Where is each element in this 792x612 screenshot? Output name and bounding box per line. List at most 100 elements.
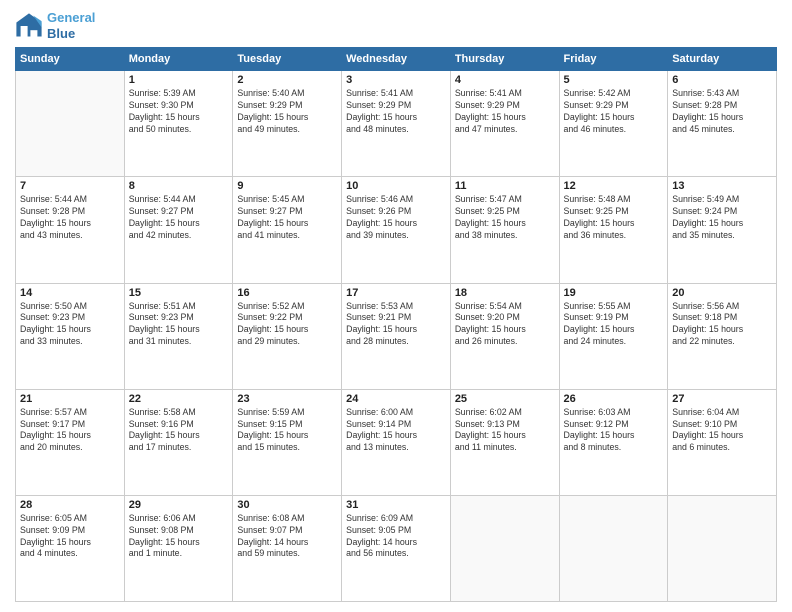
- day-number: 29: [129, 499, 229, 511]
- day-info: Sunrise: 6:09 AM Sunset: 9:05 PM Dayligh…: [346, 513, 446, 561]
- day-number: 11: [455, 180, 555, 192]
- day-number: 13: [672, 180, 772, 192]
- calendar-cell: 21Sunrise: 5:57 AM Sunset: 9:17 PM Dayli…: [16, 389, 125, 495]
- calendar-cell: 16 Sunrise: 5:52 AM Sunset: 9:22 PM Dayli…: [233, 283, 342, 389]
- calendar-cell: 31 Sunrise: 6:09 AM Sunset: 9:05 PM Dayli…: [342, 495, 451, 601]
- calendar-cell: 1Sunrise: 5:39 AM Sunset: 9:30 PM Daylig…: [124, 71, 233, 177]
- calendar-cell: 26 Sunrise: 6:03 AM Sunset: 9:12 PM Dayli…: [559, 389, 668, 495]
- day-number: 14: [20, 287, 120, 299]
- calendar-cell: 23Sunrise: 5:59 AM Sunset: 9:15 PM Dayli…: [233, 389, 342, 495]
- day-number: 10: [346, 180, 446, 192]
- day-number: 25: [455, 393, 555, 405]
- calendar-cell: 5Sunrise: 5:42 AM Sunset: 9:29 PM Daylig…: [559, 71, 668, 177]
- calendar-cell: 12 Sunrise: 5:48 AM Sunset: 9:25 PM Dayli…: [559, 177, 668, 283]
- day-info: Sunrise: 5:40 AM Sunset: 9:29 PM Dayligh…: [237, 88, 337, 136]
- calendar-cell: 4 Sunrise: 5:41 AM Sunset: 9:29 PM Daylig…: [450, 71, 559, 177]
- calendar-header-row: SundayMondayTuesdayWednesdayThursdayFrid…: [16, 48, 777, 71]
- header-day-saturday: Saturday: [668, 48, 777, 71]
- day-number: 30: [237, 499, 337, 511]
- day-info: Sunrise: 6:00 AM Sunset: 9:14 PM Dayligh…: [346, 407, 446, 455]
- day-number: 15: [129, 287, 229, 299]
- day-info: Sunrise: 5:54 AM Sunset: 9:20 PM Dayligh…: [455, 301, 555, 349]
- day-info: Sunrise: 5:41 AM Sunset: 9:29 PM Dayligh…: [455, 88, 555, 136]
- day-info: Sunrise: 5:50 AM Sunset: 9:23 PM Dayligh…: [20, 301, 120, 349]
- calendar-cell: 11 Sunrise: 5:47 AM Sunset: 9:25 PM Dayli…: [450, 177, 559, 283]
- day-info: Sunrise: 6:02 AM Sunset: 9:13 PM Dayligh…: [455, 407, 555, 455]
- day-number: 20: [672, 287, 772, 299]
- page: General Blue SundayMondayTuesdayWednesda…: [0, 0, 792, 612]
- header-day-tuesday: Tuesday: [233, 48, 342, 71]
- calendar-cell: 13 Sunrise: 5:49 AM Sunset: 9:24 PM Dayli…: [668, 177, 777, 283]
- calendar-cell: 6 Sunrise: 5:43 AM Sunset: 9:28 PM Daylig…: [668, 71, 777, 177]
- day-number: 22: [129, 393, 229, 405]
- header: General Blue: [15, 10, 777, 41]
- calendar-table: SundayMondayTuesdayWednesdayThursdayFrid…: [15, 47, 777, 602]
- calendar-cell: 29 Sunrise: 6:06 AM Sunset: 9:08 PM Dayli…: [124, 495, 233, 601]
- calendar-cell: 9 Sunrise: 5:45 AM Sunset: 9:27 PM Daylig…: [233, 177, 342, 283]
- day-number: 24: [346, 393, 446, 405]
- day-info: Sunrise: 6:06 AM Sunset: 9:08 PM Dayligh…: [129, 513, 229, 561]
- day-number: 12: [564, 180, 664, 192]
- day-info: Sunrise: 5:57 AM Sunset: 9:17 PM Dayligh…: [20, 407, 120, 455]
- logo-line2: Blue: [47, 26, 95, 42]
- calendar-cell: 2 Sunrise: 5:40 AM Sunset: 9:29 PM Daylig…: [233, 71, 342, 177]
- week-row-1: 7Sunrise: 5:44 AM Sunset: 9:28 PM Daylig…: [16, 177, 777, 283]
- calendar-cell: 8Sunrise: 5:44 AM Sunset: 9:27 PM Daylig…: [124, 177, 233, 283]
- week-row-3: 21Sunrise: 5:57 AM Sunset: 9:17 PM Dayli…: [16, 389, 777, 495]
- calendar-cell: 18Sunrise: 5:54 AM Sunset: 9:20 PM Dayli…: [450, 283, 559, 389]
- calendar-cell: 3Sunrise: 5:41 AM Sunset: 9:29 PM Daylig…: [342, 71, 451, 177]
- logo-icon: [15, 12, 43, 40]
- day-number: 19: [564, 287, 664, 299]
- day-info: Sunrise: 5:52 AM Sunset: 9:22 PM Dayligh…: [237, 301, 337, 349]
- day-info: Sunrise: 5:48 AM Sunset: 9:25 PM Dayligh…: [564, 194, 664, 242]
- day-number: 8: [129, 180, 229, 192]
- day-info: Sunrise: 5:39 AM Sunset: 9:30 PM Dayligh…: [129, 88, 229, 136]
- calendar-cell: 14 Sunrise: 5:50 AM Sunset: 9:23 PM Dayli…: [16, 283, 125, 389]
- day-info: Sunrise: 6:03 AM Sunset: 9:12 PM Dayligh…: [564, 407, 664, 455]
- calendar-cell: 19 Sunrise: 5:55 AM Sunset: 9:19 PM Dayli…: [559, 283, 668, 389]
- calendar-cell: [16, 71, 125, 177]
- day-info: Sunrise: 5:49 AM Sunset: 9:24 PM Dayligh…: [672, 194, 772, 242]
- header-day-sunday: Sunday: [16, 48, 125, 71]
- day-number: 28: [20, 499, 120, 511]
- day-info: Sunrise: 5:47 AM Sunset: 9:25 PM Dayligh…: [455, 194, 555, 242]
- day-number: 26: [564, 393, 664, 405]
- week-row-2: 14 Sunrise: 5:50 AM Sunset: 9:23 PM Dayli…: [16, 283, 777, 389]
- day-number: 27: [672, 393, 772, 405]
- day-info: Sunrise: 5:55 AM Sunset: 9:19 PM Dayligh…: [564, 301, 664, 349]
- calendar-cell: 25 Sunrise: 6:02 AM Sunset: 9:13 PM Dayli…: [450, 389, 559, 495]
- day-number: 9: [237, 180, 337, 192]
- day-info: Sunrise: 5:43 AM Sunset: 9:28 PM Dayligh…: [672, 88, 772, 136]
- day-number: 6: [672, 74, 772, 86]
- calendar-cell: 30 Sunrise: 6:08 AM Sunset: 9:07 PM Dayli…: [233, 495, 342, 601]
- header-day-monday: Monday: [124, 48, 233, 71]
- day-info: Sunrise: 5:42 AM Sunset: 9:29 PM Dayligh…: [564, 88, 664, 136]
- calendar-cell: [559, 495, 668, 601]
- day-number: 31: [346, 499, 446, 511]
- calendar-cell: 10 Sunrise: 5:46 AM Sunset: 9:26 PM Dayli…: [342, 177, 451, 283]
- calendar-cell: 7Sunrise: 5:44 AM Sunset: 9:28 PM Daylig…: [16, 177, 125, 283]
- day-number: 4: [455, 74, 555, 86]
- calendar-cell: 24 Sunrise: 6:00 AM Sunset: 9:14 PM Dayli…: [342, 389, 451, 495]
- calendar-cell: 22Sunrise: 5:58 AM Sunset: 9:16 PM Dayli…: [124, 389, 233, 495]
- day-info: Sunrise: 5:53 AM Sunset: 9:21 PM Dayligh…: [346, 301, 446, 349]
- week-row-4: 28 Sunrise: 6:05 AM Sunset: 9:09 PM Dayli…: [16, 495, 777, 601]
- day-number: 2: [237, 74, 337, 86]
- logo-text: General Blue: [47, 10, 95, 41]
- calendar-cell: 20Sunrise: 5:56 AM Sunset: 9:18 PM Dayli…: [668, 283, 777, 389]
- day-info: Sunrise: 6:08 AM Sunset: 9:07 PM Dayligh…: [237, 513, 337, 561]
- logo-line1: General: [47, 10, 95, 26]
- day-info: Sunrise: 5:45 AM Sunset: 9:27 PM Dayligh…: [237, 194, 337, 242]
- calendar-cell: [668, 495, 777, 601]
- calendar-cell: 27 Sunrise: 6:04 AM Sunset: 9:10 PM Dayli…: [668, 389, 777, 495]
- logo: General Blue: [15, 10, 95, 41]
- calendar-cell: [450, 495, 559, 601]
- calendar-cell: 15Sunrise: 5:51 AM Sunset: 9:23 PM Dayli…: [124, 283, 233, 389]
- calendar-cell: 17Sunrise: 5:53 AM Sunset: 9:21 PM Dayli…: [342, 283, 451, 389]
- header-day-thursday: Thursday: [450, 48, 559, 71]
- day-info: Sunrise: 6:04 AM Sunset: 9:10 PM Dayligh…: [672, 407, 772, 455]
- day-info: Sunrise: 5:46 AM Sunset: 9:26 PM Dayligh…: [346, 194, 446, 242]
- week-row-0: 1Sunrise: 5:39 AM Sunset: 9:30 PM Daylig…: [16, 71, 777, 177]
- day-number: 16: [237, 287, 337, 299]
- day-info: Sunrise: 6:05 AM Sunset: 9:09 PM Dayligh…: [20, 513, 120, 561]
